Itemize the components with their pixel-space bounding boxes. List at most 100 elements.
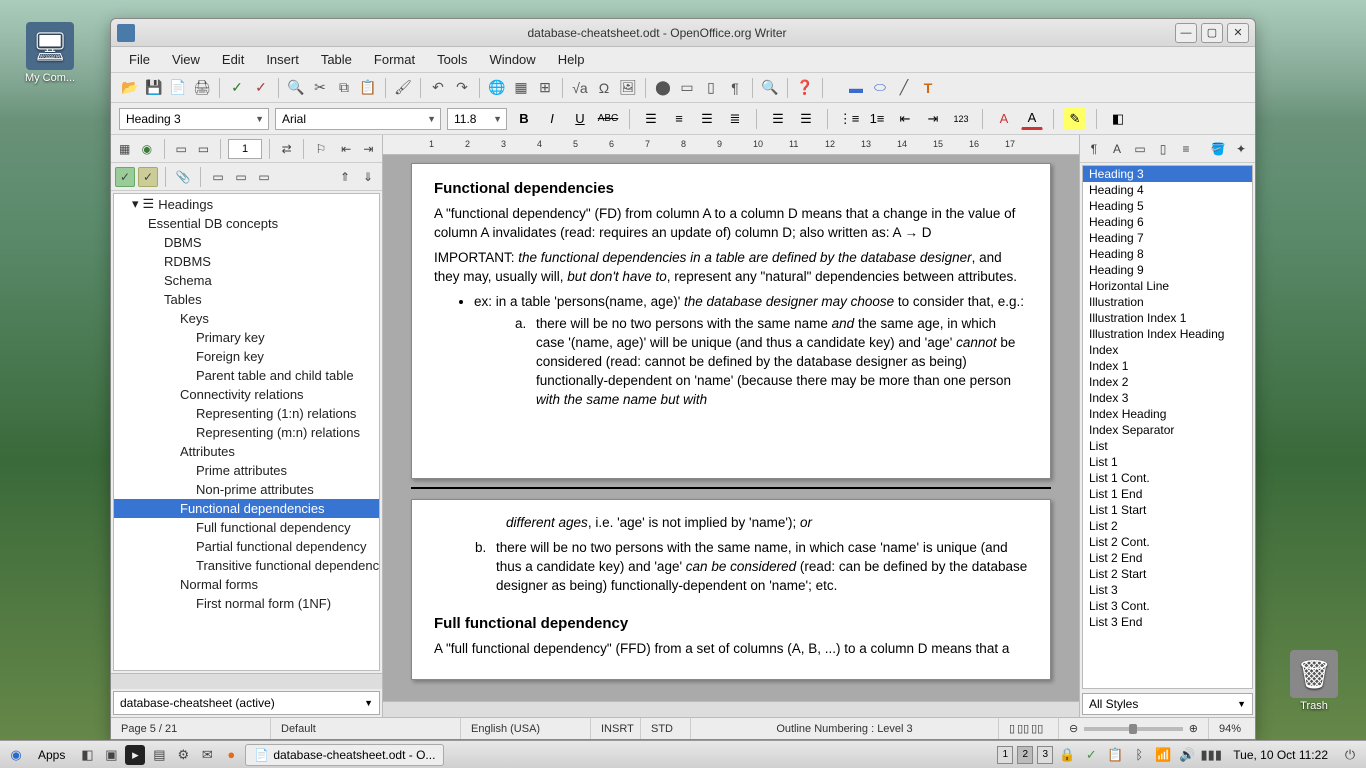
nav-header-icon[interactable]: ▭ <box>208 167 228 187</box>
terminal-icon[interactable]: ▸ <box>125 745 145 765</box>
status-context[interactable]: Outline Numbering : Level 3 <box>691 718 999 739</box>
book-icon[interactable]: ▯▯ <box>1031 722 1043 735</box>
tree-item[interactable]: Schema <box>114 271 379 290</box>
tree-item[interactable]: Foreign key <box>114 347 379 366</box>
tree-root-headings[interactable]: ▾ ☰ Headings <box>114 194 379 214</box>
workspace-2[interactable]: 2 <box>1017 746 1033 764</box>
tree-item[interactable]: Essential DB concepts <box>114 214 379 233</box>
gallery-icon[interactable]: 🖼 <box>617 77 639 99</box>
line-spacing-1-button[interactable]: ☰ <box>767 108 789 130</box>
tree-item[interactable]: Prime attributes <box>114 461 379 480</box>
style-item[interactable]: Horizontal Line <box>1083 278 1252 294</box>
status-selection-mode[interactable]: STD <box>641 718 691 739</box>
autospell-icon[interactable]: ✓ <box>250 77 272 99</box>
navigator-doc-combo[interactable]: database-cheatsheet (active) ▼ <box>113 691 380 715</box>
style-item[interactable]: Index Separator <box>1083 422 1252 438</box>
paragraph-style-combo[interactable]: Heading 3▼ <box>119 108 269 130</box>
navigator-hscroll[interactable] <box>111 673 382 689</box>
nav-check-icon[interactable]: ✓ <box>115 167 135 187</box>
pdf-icon[interactable]: 📄 <box>167 77 189 99</box>
status-view-buttons[interactable]: ▯ ▯▯ ▯▯ <box>999 718 1059 739</box>
record-icon[interactable]: ⬤ <box>652 77 674 99</box>
font-name-combo[interactable]: Arial▼ <box>275 108 441 130</box>
table-icon[interactable]: ▦ <box>510 77 532 99</box>
tree-item[interactable]: Parent table and child table <box>114 366 379 385</box>
document-page[interactable]: different ages, i.e. 'age' is not implie… <box>411 499 1051 680</box>
navigator-tree[interactable]: ▾ ☰ Headings Essential DB conceptsDBMSRD… <box>113 193 380 671</box>
menu-format[interactable]: Format <box>364 49 425 70</box>
tray-volume-icon[interactable]: 🔊 <box>1177 745 1197 765</box>
tray-update-icon[interactable]: ✓ <box>1081 745 1101 765</box>
hyperlink-icon[interactable]: 🌐 <box>486 77 508 99</box>
style-item[interactable]: Heading 4 <box>1083 182 1252 198</box>
frame-icon[interactable]: ▭ <box>676 77 698 99</box>
highlight-button[interactable]: A <box>1021 108 1043 130</box>
grid-icon[interactable]: ⊞ <box>534 77 556 99</box>
bullets-button[interactable]: ⋮≡ <box>838 108 860 130</box>
bold-button[interactable]: B <box>513 108 535 130</box>
outdent-button[interactable]: ⇤ <box>894 108 916 130</box>
menu-tools[interactable]: Tools <box>427 49 477 70</box>
multi-page-icon[interactable]: ▯▯ <box>1017 722 1029 735</box>
show-desktop-icon[interactable]: ◧ <box>77 745 97 765</box>
tree-item[interactable]: Transitive functional dependency <box>114 556 379 575</box>
nav-down-icon[interactable]: ⇓ <box>358 167 378 187</box>
tray-session-icon[interactable]: ⏻ <box>1340 745 1360 765</box>
style-item[interactable]: Heading 6 <box>1083 214 1252 230</box>
font-size-combo[interactable]: 11.8▼ <box>447 108 507 130</box>
line-spacing-2-button[interactable]: ☰ <box>795 108 817 130</box>
zoom-in-icon[interactable]: ⊕ <box>1189 722 1198 735</box>
tree-item[interactable]: Non-prime attributes <box>114 480 379 499</box>
line-numbers-button[interactable]: 123 <box>950 108 972 130</box>
menu-help[interactable]: Help <box>548 49 595 70</box>
menu-edit[interactable]: Edit <box>212 49 254 70</box>
status-zoom[interactable]: 94% <box>1209 718 1255 739</box>
horizontal-ruler[interactable]: 1234567891011121314151617 <box>383 135 1079 155</box>
style-item[interactable]: List 3 <box>1083 582 1252 598</box>
text-icon[interactable]: T <box>917 77 939 99</box>
help-icon[interactable]: ❓ <box>794 77 816 99</box>
ellipse-icon[interactable]: ⬭ <box>869 77 891 99</box>
tray-battery-icon[interactable]: ▮▮▮ <box>1201 745 1221 765</box>
tray-clipboard-icon[interactable]: 📋 <box>1105 745 1125 765</box>
cut-icon[interactable]: ✂ <box>309 77 331 99</box>
nav-demote-icon[interactable]: ⇥ <box>359 139 378 159</box>
zoom-icon[interactable]: 🔍 <box>759 77 781 99</box>
highlighting-button[interactable]: ✎ <box>1064 108 1086 130</box>
nav-up-icon[interactable]: ⇑ <box>335 167 355 187</box>
style-item[interactable]: Illustration Index Heading <box>1083 326 1252 342</box>
nav-anchor-icon[interactable]: 📎 <box>173 167 193 187</box>
maximize-button[interactable]: ▢ <box>1201 23 1223 43</box>
zoom-slider[interactable]: ⊖ ⊕ <box>1059 718 1209 739</box>
style-item[interactable]: List 1 Start <box>1083 502 1252 518</box>
copy-icon[interactable]: ⧉ <box>333 77 355 99</box>
document-hscroll[interactable] <box>383 701 1079 717</box>
menu-view[interactable]: View <box>162 49 210 70</box>
paste-icon[interactable]: 📋 <box>357 77 379 99</box>
tray-bluetooth-icon[interactable]: ᛒ <box>1129 745 1149 765</box>
nav-footer-icon[interactable]: ▭ <box>231 167 251 187</box>
settings-icon[interactable]: ⚙ <box>173 745 193 765</box>
italic-button[interactable]: I <box>541 108 563 130</box>
zoom-out-icon[interactable]: ⊖ <box>1069 722 1078 735</box>
align-center-button[interactable]: ≡ <box>668 108 690 130</box>
open-icon[interactable]: 📂 <box>119 77 141 99</box>
nav-toggle-icon[interactable]: ▦ <box>115 139 134 159</box>
tray-network-icon[interactable]: 📶 <box>1153 745 1173 765</box>
tree-item[interactable]: RDBMS <box>114 252 379 271</box>
menu-file[interactable]: File <box>119 49 160 70</box>
styles-list[interactable]: Heading 3Heading 4Heading 5Heading 6Head… <box>1082 165 1253 689</box>
formula-icon[interactable]: √a <box>569 77 591 99</box>
align-justify-button[interactable]: ≣ <box>724 108 746 130</box>
start-menu-icon[interactable]: ◉ <box>6 745 26 765</box>
style-item[interactable]: List 1 End <box>1083 486 1252 502</box>
tree-item[interactable]: DBMS <box>114 233 379 252</box>
tree-item[interactable]: Attributes <box>114 442 379 461</box>
nav-reminder-icon[interactable]: ⚐ <box>311 139 330 159</box>
style-item[interactable]: List <box>1083 438 1252 454</box>
tray-lock-icon[interactable]: 🔒 <box>1057 745 1077 765</box>
save-icon[interactable]: 💾 <box>143 77 165 99</box>
close-button[interactable]: ✕ <box>1227 23 1249 43</box>
nav-promote-icon[interactable]: ⇤ <box>336 139 355 159</box>
tree-item[interactable]: Connectivity relations <box>114 385 379 404</box>
